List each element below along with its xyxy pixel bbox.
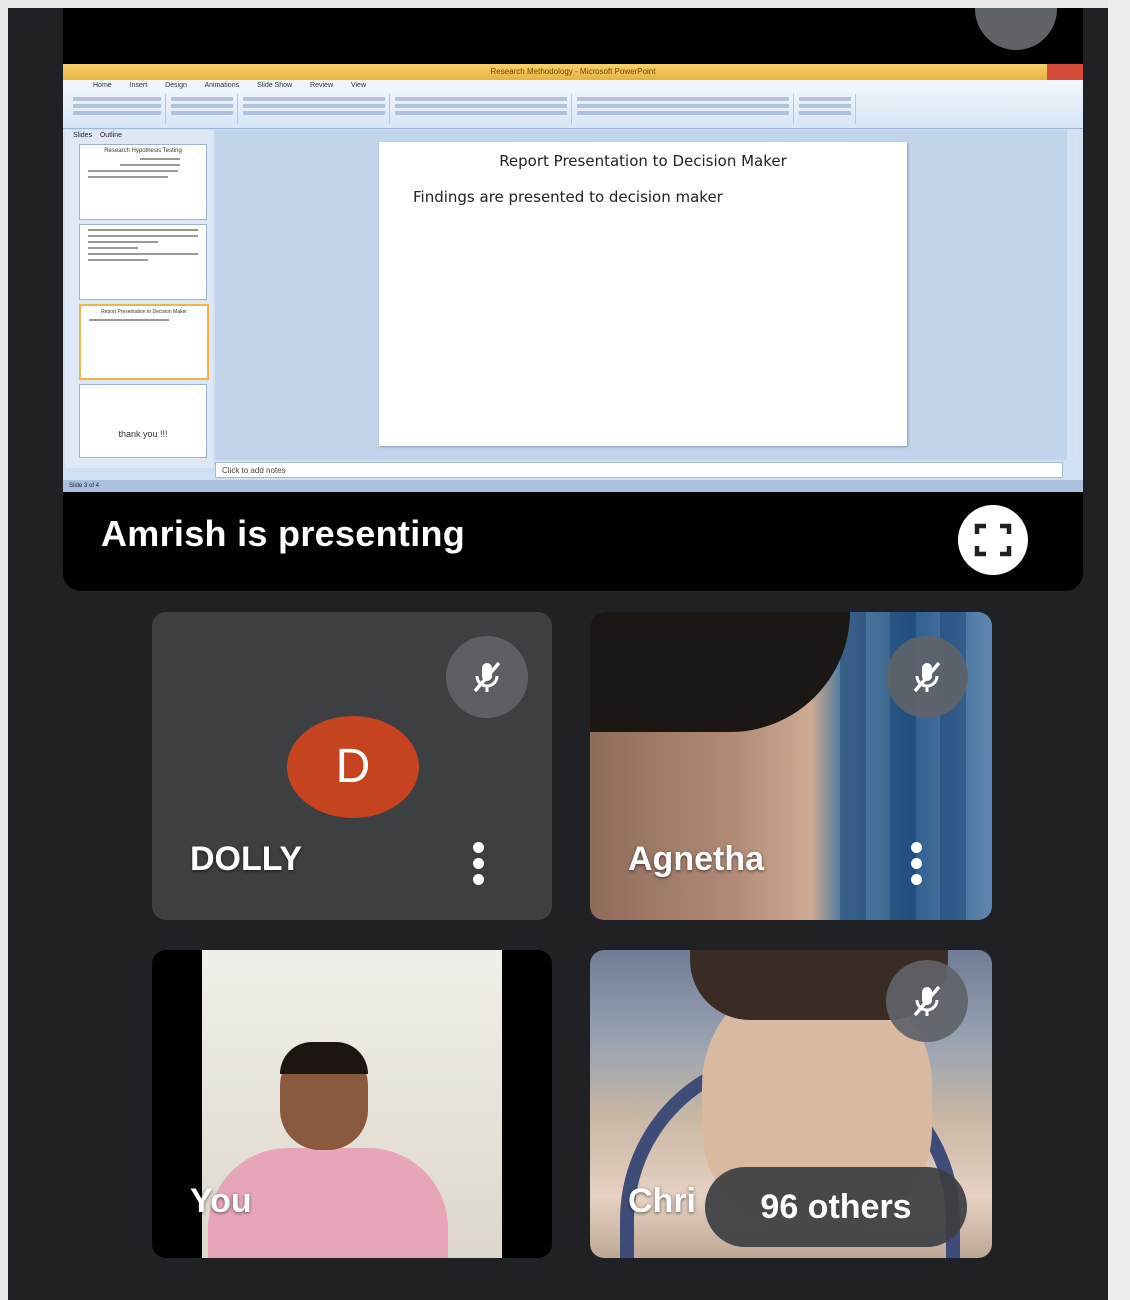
ppt-slide-workspace: Report Presentation to Decision Maker Fi…: [215, 130, 1073, 460]
participant-name: You: [190, 1182, 252, 1220]
fullscreen-icon: [974, 523, 1012, 557]
ppt-tab-insert: Insert: [129, 82, 148, 89]
participant-tile-you[interactable]: You: [152, 950, 552, 1258]
ppt-ribbon-group-paragraph: [391, 94, 572, 124]
more-options-button[interactable]: [908, 842, 924, 886]
slide-thumbnail-1: Research Hypothesis Testing: [79, 144, 207, 220]
more-options-button[interactable]: [470, 842, 486, 886]
slide-thumbnail-4-label: thank you !!!: [118, 429, 168, 439]
ppt-ribbon-group-drawing: [573, 94, 794, 124]
ppt-tab-animations: Animations: [204, 82, 240, 89]
mic-muted-icon: [886, 636, 968, 718]
ppt-window-title: Research Methodology - Microsoft PowerPo…: [490, 67, 656, 76]
shared-screen: Research Methodology - Microsoft PowerPo…: [63, 64, 1083, 492]
avatar: D: [287, 716, 419, 818]
background-strip: [840, 612, 866, 920]
slide-thumbnail-2: [79, 224, 207, 300]
mic-muted-icon: [886, 960, 968, 1042]
slide-title: Report Presentation to Decision Maker: [499, 152, 787, 170]
fullscreen-button[interactable]: [958, 505, 1028, 575]
ppt-tab-design: Design: [165, 82, 187, 89]
slide-thumbnail-3-title: Report Presentation to Decision Maker: [101, 309, 187, 315]
ppt-panel-tab-slides: Slides: [73, 132, 93, 139]
presenter-label: Amrish is presenting: [101, 513, 466, 554]
ppt-title-bar: Research Methodology - Microsoft PowerPo…: [63, 64, 1083, 80]
ppt-ribbon-group-clipboard: [69, 94, 166, 124]
ppt-ribbon-tabs: Home Insert Design Animations Slide Show…: [63, 80, 1083, 92]
video-feed: [590, 612, 850, 732]
ppt-slides-panel: Slides Outline Research Hypothesis Testi…: [65, 130, 213, 468]
ppt-status-bar: Slide 3 of 4: [63, 480, 1083, 492]
presenter-mic-muted-icon: [975, 8, 1057, 50]
slide-thumbnail-3: Report Presentation to Decision Maker: [79, 304, 209, 380]
left-edge: [0, 0, 8, 1300]
participant-tile-agnetha[interactable]: Agnetha: [590, 612, 992, 920]
person-hair: [280, 1042, 368, 1074]
ppt-ribbon: Home Insert Design Animations Slide Show…: [63, 80, 1083, 129]
ppt-tab-view: View: [350, 82, 366, 89]
participant-tile-dolly[interactable]: D DOLLY: [152, 612, 552, 920]
mic-muted-icon: [446, 636, 528, 718]
ppt-tab-slideshow: Slide Show: [257, 82, 293, 89]
right-edge: [1108, 0, 1130, 1300]
top-edge: [0, 0, 1130, 8]
ppt-vertical-scrollbar: [1067, 130, 1079, 460]
ppt-ribbon-group-font: [239, 94, 390, 124]
ppt-ribbon-group-slides: [167, 94, 238, 124]
ppt-tab-home: Home: [93, 82, 112, 89]
ppt-close-icon: [1047, 64, 1083, 80]
presentation-panel[interactable]: Research Methodology - Microsoft PowerPo…: [63, 8, 1083, 591]
participant-name: Agnetha: [628, 840, 764, 878]
participant-name: DOLLY: [190, 840, 303, 878]
ppt-notes-pane: Click to add notes: [215, 462, 1063, 478]
participant-name: Chri: [628, 1182, 696, 1220]
ppt-ribbon-group-editing: [795, 94, 856, 124]
ppt-panel-tab-outline: Outline: [99, 132, 123, 139]
current-slide: Report Presentation to Decision Maker Fi…: [379, 142, 907, 446]
ppt-panel-tabs: Slides Outline: [65, 130, 213, 142]
slide-thumbnail-1-title: Research Hypothesis Testing: [104, 148, 182, 154]
slide-thumbnail-4: thank you !!!: [79, 384, 207, 458]
others-count-button[interactable]: 96 others: [705, 1167, 967, 1247]
slide-body: Findings are presented to decision maker: [413, 188, 723, 206]
ppt-tab-review: Review: [310, 82, 333, 89]
